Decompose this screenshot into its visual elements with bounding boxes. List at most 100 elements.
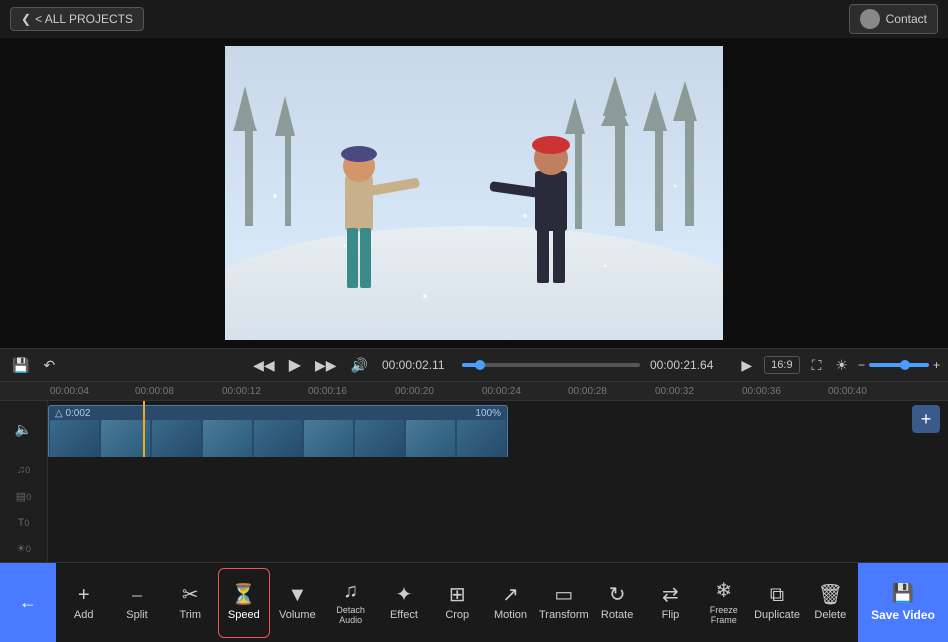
brightness-icon: ☀: [831, 355, 852, 376]
transport-bar: 💾 ↶ ◀◀ ▶ ▶▶ 🔊 00:00:02.11 00:00:21.64 ▶ …: [0, 348, 948, 382]
ruler-tick-2: 00:00:12: [222, 386, 261, 397]
progress-bar[interactable]: [462, 363, 640, 367]
audio-button[interactable]: 🔊: [347, 355, 372, 376]
fullscreen-icon[interactable]: ⛶: [808, 355, 826, 376]
video-content: [225, 46, 723, 340]
sticker-track-row: ☀ 0: [0, 536, 948, 562]
ruler-tick-7: 00:00:32: [655, 386, 694, 397]
all-projects-button[interactable]: ❮ < ALL PROJECTS: [10, 7, 144, 31]
motion-label: Motion: [494, 609, 527, 621]
thumb-1: [50, 420, 99, 457]
undo-button[interactable]: ↶: [39, 355, 59, 376]
audio-track-control[interactable]: ♫ 0: [0, 457, 48, 483]
zoom-handle[interactable]: [900, 360, 910, 370]
crop-button[interactable]: ⊞ Crop: [432, 568, 483, 638]
transform-label: Transform: [539, 609, 589, 621]
sticker-track-content: [48, 536, 948, 562]
sticker-icon: ☀: [16, 542, 26, 555]
playhead[interactable]: [143, 401, 145, 457]
sticker-track-control[interactable]: ☀ 0: [0, 536, 48, 562]
timeline-ruler: 00:00:04 00:00:08 00:00:12 00:00:16 00:0…: [0, 382, 948, 401]
add-button[interactable]: + Add: [58, 568, 109, 638]
delete-icon: 🗑: [818, 585, 843, 605]
thumb-8: [406, 420, 455, 457]
ruler-tick-1: 00:00:08: [135, 386, 174, 397]
effect-icon: ✦: [396, 585, 413, 605]
contact-avatar: [860, 9, 880, 29]
freeze-frame-label: FreezeFrame: [710, 605, 738, 625]
flip-button[interactable]: ⇄ Flip: [645, 568, 696, 638]
volume-button[interactable]: ▼ Volume: [272, 568, 323, 638]
delete-label: Delete: [814, 609, 846, 621]
rotate-icon: ↻: [609, 585, 626, 605]
save-project-button[interactable]: 💾: [8, 355, 33, 376]
split-label: Split: [126, 609, 147, 621]
preview-area: [0, 38, 948, 348]
save-label: Save Video: [871, 608, 935, 622]
ruler-tick-4: 00:00:20: [395, 386, 434, 397]
detach-audio-icon: ♫: [343, 581, 358, 601]
volume-label: Volume: [279, 609, 316, 621]
overlay-track-control[interactable]: ▤ 0: [0, 483, 48, 509]
speed-button[interactable]: ⏳ Speed: [218, 568, 270, 638]
thumb-5: [254, 420, 303, 457]
duplicate-icon: ⧉: [770, 585, 784, 605]
zoom-in-icon[interactable]: +: [933, 358, 940, 372]
crop-label: Crop: [445, 609, 469, 621]
top-bar: ❮ < ALL PROJECTS Contact: [0, 0, 948, 38]
audio-count: 0: [25, 465, 30, 475]
zoom-out-icon[interactable]: −: [858, 358, 865, 372]
split-icon: ⎯: [132, 585, 142, 605]
text-count: 0: [24, 518, 29, 528]
duplicate-button[interactable]: ⧉ Duplicate: [751, 568, 802, 638]
clip-thumbnails: [49, 406, 507, 457]
total-time: 00:00:21.64: [650, 358, 713, 372]
go-to-end-button[interactable]: ▶▶: [311, 355, 341, 376]
detach-audio-label: DetachAudio: [336, 605, 365, 625]
flip-label: Flip: [662, 609, 680, 621]
speed-icon: ⏳: [231, 585, 256, 605]
ruler-tick-6: 00:00:28: [568, 386, 607, 397]
main-track-content: △ 0:002 100% +: [48, 401, 948, 457]
trim-icon: ✂: [182, 585, 199, 605]
aspect-ratio[interactable]: 16:9: [764, 356, 799, 374]
ruler-tick-9: 00:00:40: [828, 386, 867, 397]
main-track-control[interactable]: 🔈: [0, 401, 48, 457]
video-clip[interactable]: △ 0:002 100%: [48, 405, 508, 457]
go-to-start-button[interactable]: ◀◀: [249, 355, 279, 376]
clip-duration: 100%: [475, 408, 501, 419]
ruler-tick-0: 00:00:04: [50, 386, 89, 397]
main-track-row: 🔈 △ 0:002 100%: [0, 401, 948, 457]
thumb-7: [355, 420, 404, 457]
play-button[interactable]: ▶: [285, 353, 305, 377]
motion-button[interactable]: ↗ Motion: [485, 568, 536, 638]
audio-track-content: [48, 457, 948, 483]
delete-button[interactable]: 🗑 Delete: [805, 568, 856, 638]
add-track-button[interactable]: +: [912, 405, 940, 433]
overlay-count: 0: [26, 492, 31, 502]
effect-label: Effect: [390, 609, 418, 621]
trim-button[interactable]: ✂ Trim: [165, 568, 216, 638]
volume-icon: ▼: [287, 585, 307, 605]
effect-button[interactable]: ✦ Effect: [378, 568, 429, 638]
zoom-slider[interactable]: [869, 363, 929, 367]
split-button[interactable]: ⎯ Split: [111, 568, 162, 638]
sticker-count: 0: [26, 544, 31, 554]
text-icon: T: [18, 517, 25, 529]
crop-icon: ⊞: [449, 585, 466, 605]
overlay-track-row: ▤ 0: [0, 483, 948, 509]
text-track-control[interactable]: T 0: [0, 510, 48, 536]
speed-label: Speed: [228, 609, 260, 621]
freeze-frame-button[interactable]: ❄ FreezeFrame: [698, 568, 749, 638]
thumb-6: [304, 420, 353, 457]
current-time: 00:00:02.11: [382, 358, 452, 372]
save-icon: 💾: [892, 583, 914, 604]
save-video-button[interactable]: 💾 Save Video: [858, 563, 948, 642]
music-icon: ♫: [17, 464, 25, 476]
back-button[interactable]: ←: [0, 563, 56, 642]
progress-handle[interactable]: [475, 360, 485, 370]
detach-audio-button[interactable]: ♫ DetachAudio: [325, 568, 376, 638]
rotate-button[interactable]: ↻ Rotate: [591, 568, 642, 638]
contact-button[interactable]: Contact: [849, 4, 938, 34]
transform-button[interactable]: ▭ Transform: [538, 568, 589, 638]
